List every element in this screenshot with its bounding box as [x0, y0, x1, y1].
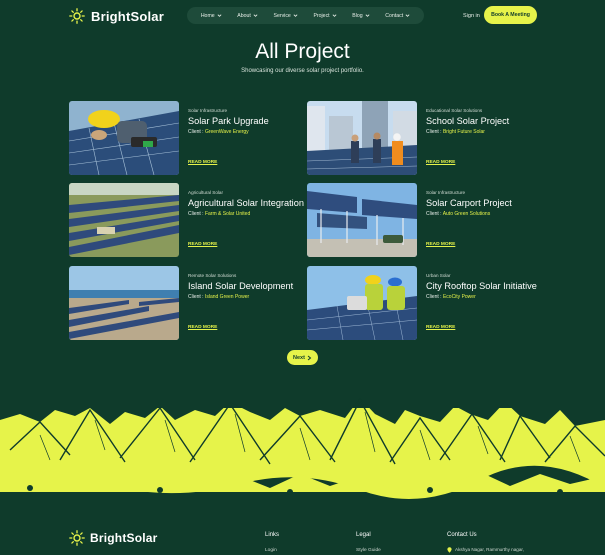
- footer-address: Akshya Nagar, Rammurthy nagar,: [447, 547, 524, 553]
- sun-icon: [69, 530, 85, 546]
- client-label: Client :: [426, 294, 442, 300]
- chevron-down-icon: [217, 14, 222, 17]
- page-title: All Project: [255, 40, 350, 63]
- book-meeting-button[interactable]: Book A Meeting: [484, 6, 537, 24]
- project-card: Educational Solar Solutions School Solar…: [307, 101, 547, 175]
- chevron-down-icon: [405, 14, 410, 17]
- read-more-link[interactable]: READ MORE: [426, 325, 455, 330]
- project-card: Urban Solar City Rooftop Solar Initiativ…: [307, 266, 547, 340]
- nav-item-project[interactable]: Project: [313, 12, 337, 19]
- sun-icon: [69, 8, 85, 24]
- project-image-workers-on-rooftop-panels[interactable]: [307, 266, 417, 340]
- project-title[interactable]: Solar Carport Project: [426, 198, 547, 209]
- project-card: Solar Infrastructure Solar Carport Proje…: [307, 183, 547, 257]
- nav-item-label: About: [237, 12, 251, 19]
- client-label: Client :: [188, 211, 204, 217]
- mountains-illustration: [0, 380, 605, 520]
- client-name: EcoCity Power: [442, 294, 476, 300]
- client-label: Client :: [426, 129, 442, 135]
- project-card-body: Urban Solar City Rooftop Solar Initiativ…: [426, 273, 547, 300]
- location-pin-icon: [447, 547, 452, 553]
- nav-item-blog[interactable]: Blog: [352, 12, 370, 19]
- project-card-body: Solar Infrastructure Solar Carport Proje…: [426, 190, 547, 217]
- chevron-down-icon: [253, 14, 258, 17]
- project-title[interactable]: Agricultural Solar Integration: [188, 198, 309, 209]
- project-card: Agricultural Solar Agricultural Solar In…: [69, 183, 309, 257]
- project-card: Solar Infrastructure Solar Park Upgrade …: [69, 101, 309, 175]
- chevron-right-icon: [307, 355, 312, 360]
- nav-item-label: Project: [313, 12, 330, 19]
- project-client: Client : Bright Future Solar: [426, 129, 547, 135]
- next-page-button[interactable]: Next: [287, 350, 318, 365]
- brand-logo[interactable]: BrightSolar: [69, 8, 164, 24]
- project-title[interactable]: Island Solar Development: [188, 281, 309, 292]
- project-category: Remote Solar Solutions: [188, 273, 237, 278]
- footer-brand-name: BrightSolar: [90, 531, 158, 545]
- project-image-solar-farm-rows[interactable]: [69, 183, 179, 257]
- project-image-coastal-solar-field[interactable]: [69, 266, 179, 340]
- footer-legal-title: Legal: [356, 532, 371, 538]
- read-more-link[interactable]: READ MORE: [188, 160, 217, 165]
- site-header: BrightSolar Home About Service Project B…: [0, 0, 605, 32]
- project-title[interactable]: City Rooftop Solar Initiative: [426, 281, 547, 292]
- page-subtitle: Showcasing our diverse solar project por…: [241, 68, 364, 74]
- project-category: Solar Infrastructure: [426, 190, 466, 195]
- project-category: Solar Infrastructure: [188, 108, 228, 113]
- client-label: Client :: [188, 129, 204, 135]
- read-more-link[interactable]: READ MORE: [426, 160, 455, 165]
- nav-item-about[interactable]: About: [237, 13, 258, 19]
- read-more-link[interactable]: READ MORE: [426, 242, 455, 247]
- project-client: Client : Auto Green Solutions: [426, 211, 547, 217]
- project-image-worker-installing-solar-panel[interactable]: [69, 101, 179, 175]
- project-category: Agricultural Solar: [188, 190, 223, 195]
- project-title[interactable]: Solar Park Upgrade: [188, 116, 309, 127]
- nav-item-label: Blog: [352, 12, 363, 19]
- client-name: GreenWave Energy: [204, 129, 249, 135]
- footer-brand-logo[interactable]: BrightSolar: [69, 530, 158, 546]
- read-more-link[interactable]: READ MORE: [188, 242, 217, 247]
- chevron-down-icon: [332, 14, 337, 17]
- project-client: Client : Farm & Solar United: [188, 211, 309, 217]
- site-footer: BrightSolar Links Login Legal Style Guid…: [0, 518, 605, 555]
- project-title[interactable]: School Solar Project: [426, 116, 547, 127]
- client-name: Island Green Power: [204, 294, 250, 300]
- footer-address-text: Akshya Nagar, Rammurthy nagar,: [455, 547, 524, 552]
- nav-item-label: Home: [200, 12, 215, 19]
- chevron-down-icon: [365, 14, 370, 17]
- main-nav: Home About Service Project Blog Contact: [187, 7, 424, 24]
- nav-item-home[interactable]: Home: [201, 13, 222, 19]
- footer-links-title: Links: [265, 532, 280, 538]
- project-category: Urban Solar: [426, 273, 451, 278]
- chevron-down-icon: [293, 14, 298, 17]
- nav-item-service[interactable]: Service: [274, 13, 298, 19]
- client-name: Auto Green Solutions: [442, 211, 491, 217]
- sign-in-link[interactable]: Sign in: [463, 13, 480, 19]
- project-client: Client : GreenWave Energy: [188, 129, 309, 135]
- project-card: Remote Solar Solutions Island Solar Deve…: [69, 266, 309, 340]
- project-card-body: Educational Solar Solutions School Solar…: [426, 108, 547, 135]
- client-name: Bright Future Solar: [442, 129, 485, 135]
- project-client: Client : Island Green Power: [188, 294, 309, 300]
- nav-item-label: Service: [273, 12, 291, 19]
- project-image-solar-carport[interactable]: [307, 183, 417, 257]
- footer-contact-title: Contact Us: [447, 532, 477, 538]
- footer-link-style-guide[interactable]: Style Guide: [356, 548, 381, 553]
- nav-item-contact[interactable]: Contact: [385, 13, 410, 19]
- project-category: Educational Solar Solutions: [426, 108, 483, 113]
- project-card-body: Solar Infrastructure Solar Park Upgrade …: [188, 108, 309, 135]
- footer-link-login[interactable]: Login: [265, 548, 277, 553]
- client-label: Client :: [426, 211, 442, 217]
- project-card-body: Agricultural Solar Agricultural Solar In…: [188, 190, 309, 217]
- next-label: Next: [293, 354, 305, 361]
- project-client: Client : EcoCity Power: [426, 294, 547, 300]
- nav-item-label: Contact: [385, 12, 404, 19]
- read-more-link[interactable]: READ MORE: [188, 325, 217, 330]
- project-card-body: Remote Solar Solutions Island Solar Deve…: [188, 273, 309, 300]
- client-name: Farm & Solar United: [204, 211, 251, 217]
- client-label: Client :: [188, 294, 204, 300]
- brand-name: BrightSolar: [91, 8, 164, 24]
- project-image-engineers-on-rooftop[interactable]: [307, 101, 417, 175]
